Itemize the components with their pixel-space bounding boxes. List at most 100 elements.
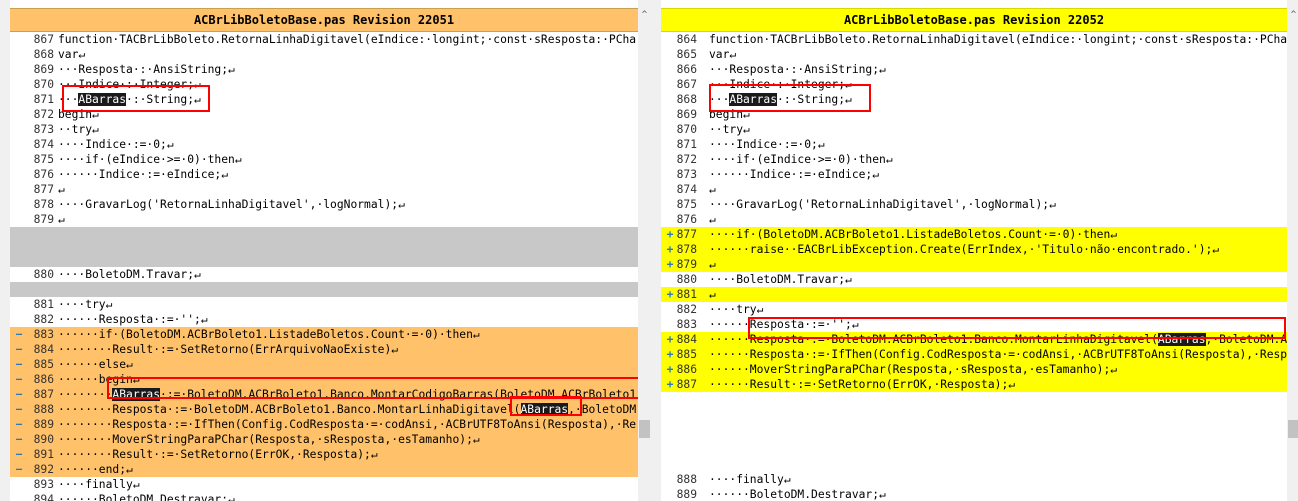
line-number: 873 [676,168,697,181]
code-line[interactable]: 872 ····if·(eIndice·>=·0)·then↵ [661,152,1287,167]
right-scroll-thumb[interactable] [1288,420,1298,438]
code-line[interactable]: 877 ↵ [10,182,638,197]
code-line[interactable]: 881 ····try↵ [10,297,638,312]
code-line[interactable]: 871 ····Indice·:=·0;↵ [661,137,1287,152]
code-line[interactable]: −889 ········Resposta·:=·IfThen(Config.Co… [10,417,638,432]
code-line[interactable]: −892 ······end;↵ [10,462,638,477]
line-number: 882 [33,313,54,326]
line-text: var↵ [58,48,86,61]
line-text: ······Indice·:=·eIndice;↵ [709,168,880,181]
code-line[interactable]: 878 ····GravarLog('RetornaLinhaDigitavel'… [10,197,638,212]
code-line[interactable]: +879 ↵ [661,257,1287,272]
code-line[interactable]: 880 ····BoletoDM.Travar;↵ [661,272,1287,287]
line-text: ····Indice·:=·0;↵ [58,138,174,151]
right-scrollbar[interactable]: ^ [1287,0,1298,501]
code-line[interactable]: +885 ······Resposta·:=·IfThen(Config.CodR… [661,347,1287,362]
line-number: 894 [33,493,54,501]
line-text: ↵ [709,258,716,271]
code-line[interactable]: 894 ······BoletoDM.Destravar;↵ [10,492,638,501]
line-text: ····try↵ [709,303,764,316]
line-text: function·TACBrLibBoleto.RetornaLinhaDigi… [58,33,637,46]
left-diff-pane[interactable]: ACBrLibBoletoBase.pas Revision 22051 867… [10,0,638,501]
left-scrollbar[interactable]: ^ [638,0,651,501]
code-line[interactable]: 864 function·TACBrLibBoleto.RetornaLinhaD… [661,32,1287,47]
code-line[interactable]: +887 ······Result·:=·SetRetorno(ErrOK,·Re… [661,377,1287,392]
line-text: ↵ [58,213,65,226]
line-number: 883 [33,328,54,341]
line-text: ····BoletoDM.Travar;↵ [709,273,852,286]
code-line[interactable]: 880 ····BoletoDM.Travar;↵ [10,267,638,282]
code-line[interactable]: 873 ··try↵ [10,122,638,137]
scroll-up-arrow-icon[interactable]: ^ [1287,10,1298,20]
callout-box-abarras-decl [62,85,210,112]
line-number: 884 [33,343,54,356]
code-line[interactable]: 876 ↵ [661,212,1287,227]
right-diff-pane[interactable]: ACBrLibBoletoBase.pas Revision 22052 864… [661,0,1287,501]
code-line[interactable]: −884 ········Result·:=·SetRetorno(ErrArqu… [10,342,638,357]
code-line[interactable]: +878 ······raise··EACBrLibException.Creat… [661,242,1287,257]
line-number: 878 [33,198,54,211]
code-line[interactable]: 868 var↵ [10,47,638,62]
line-number: 868 [33,48,54,61]
line-text: ··try↵ [58,123,99,136]
line-number: 874 [676,183,697,196]
line-text: ······Result·:=·SetRetorno(ErrOK,·Respos… [709,378,1016,391]
line-number: 864 [676,33,697,46]
code-line[interactable]: 875 ····if·(eIndice·>=·0)·then↵ [10,152,638,167]
scroll-up-arrow-icon[interactable]: ^ [638,10,651,20]
code-line[interactable]: 876 ······Indice·:=·eIndice;↵ [10,167,638,182]
line-text: ···Resposta·:·AnsiString;↵ [58,63,235,76]
code-line[interactable]: −883 ······if·(BoletoDM.ACBrBoleto1.Lista… [10,327,638,342]
code-line[interactable]: 882 ······Resposta·:=·'';↵ [10,312,638,327]
line-text: ······Resposta·:=·IfThen(Config.CodRespo… [709,348,1287,361]
line-text: ···Resposta·:·AnsiString;↵ [709,63,886,76]
line-number: 869 [33,63,54,76]
line-number: 872 [676,153,697,166]
code-line[interactable]: +877 ····if·(BoletoDM.ACBrBoleto1.Listade… [661,227,1287,242]
line-number: 882 [676,303,697,316]
right-pane-title: ACBrLibBoletoBase.pas Revision 22052 [661,8,1287,32]
code-line[interactable]: 874 ↵ [661,182,1287,197]
line-number: 887 [676,378,697,391]
line-number: 871 [676,138,697,151]
line-number: 880 [676,273,697,286]
line-text: ······if·(BoletoDM.ACBrBoleto1.ListadeBo… [58,328,480,341]
left-scroll-thumb[interactable] [639,420,650,438]
code-line[interactable]: 875 ····GravarLog('RetornaLinhaDigitavel'… [661,197,1287,212]
line-number: 867 [676,78,697,91]
code-line[interactable]: 879 ↵ [10,212,638,227]
code-line[interactable]: −890 ········MoverStringParaPChar(Respost… [10,432,638,447]
line-number: 870 [676,123,697,136]
code-line[interactable]: 888 ····finally↵ [661,472,1287,487]
code-line[interactable]: +886 ······MoverStringParaPChar(Resposta,… [661,362,1287,377]
line-text: ↵ [709,183,716,196]
code-line[interactable]: 889 ······BoletoDM.Destravar;↵ [661,487,1287,501]
line-text: ······end;↵ [58,463,133,476]
line-text: ····if·(eIndice·>=·0)·then↵ [58,153,242,166]
code-line[interactable]: +881 ↵ [661,287,1287,302]
code-line[interactable]: 874 ····Indice·:=·0;↵ [10,137,638,152]
line-text: ↵ [709,288,716,301]
line-text: ····GravarLog('RetornaLinhaDigitavel',·l… [58,198,405,211]
line-number: 870 [33,78,54,91]
code-line[interactable]: 867 function·TACBrLibBoleto.RetornaLinhaD… [10,32,638,47]
code-line[interactable]: 865 var↵ [661,47,1287,62]
code-line[interactable]: 893 ····finally↵ [10,477,638,492]
code-line[interactable]: 882 ····try↵ [661,302,1287,317]
line-text: ····Indice·:=·0;↵ [709,138,825,151]
code-line[interactable]: −885 ······else↵ [10,357,638,372]
callout-box-abarras-decl [709,84,871,112]
code-line[interactable]: 869 ···Resposta·:·AnsiString;↵ [10,62,638,77]
line-number: 889 [676,488,697,501]
line-text: ↵ [58,183,65,196]
line-number: 891 [33,448,54,461]
code-line[interactable]: 873 ······Indice·:=·eIndice;↵ [661,167,1287,182]
line-number: 865 [676,48,697,61]
code-line[interactable]: 866 ···Resposta·:·AnsiString;↵ [661,62,1287,77]
line-number: 890 [33,433,54,446]
line-number: 892 [33,463,54,476]
code-line[interactable]: −891 ········Result·:=·SetRetorno(ErrOK,·… [10,447,638,462]
code-line[interactable]: 870 ··try↵ [661,122,1287,137]
line-number: 866 [676,63,697,76]
line-number: 886 [676,363,697,376]
